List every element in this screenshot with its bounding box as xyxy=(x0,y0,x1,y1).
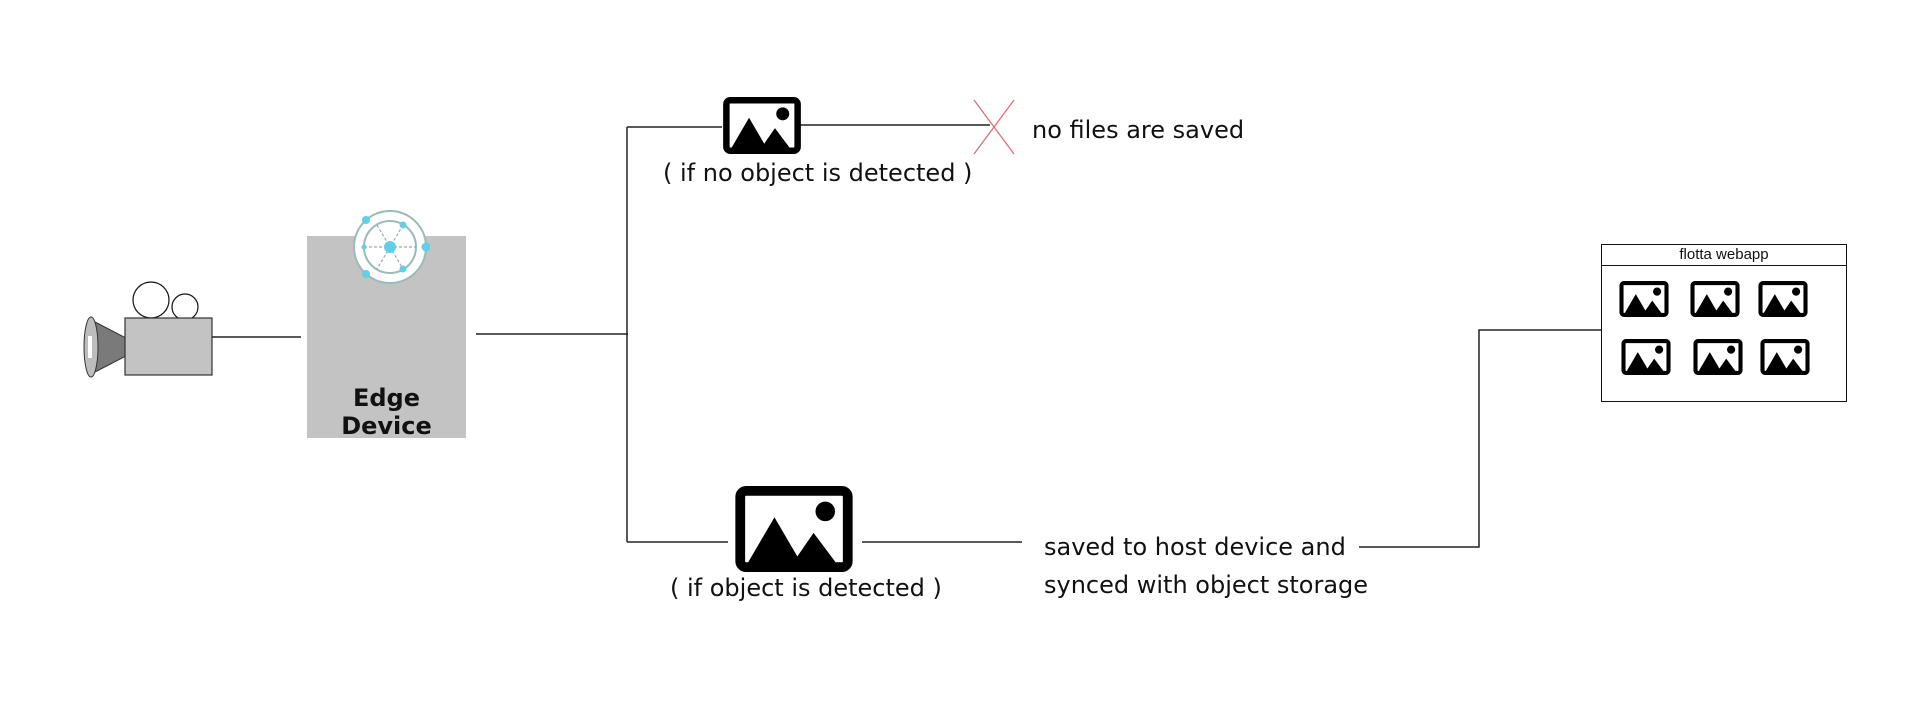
image-icon xyxy=(1621,339,1671,375)
network-hub-icon xyxy=(353,210,430,284)
x-icon xyxy=(973,99,1015,155)
flotta-webapp-window: flotta webapp xyxy=(1601,244,1847,402)
video-camera-icon xyxy=(83,281,213,378)
storage-to-webapp-line xyxy=(1359,329,1601,548)
image-icon xyxy=(1690,281,1740,317)
image-icon xyxy=(723,97,801,154)
saved-to-host-label: saved to host device and xyxy=(1044,533,1346,561)
webapp-title: flotta webapp xyxy=(1602,245,1846,266)
synced-storage-label: synced with object storage xyxy=(1044,571,1369,599)
image-icon xyxy=(1693,339,1743,375)
image-icon xyxy=(1758,281,1808,317)
image-icon xyxy=(729,486,859,572)
image-icon xyxy=(1619,281,1669,317)
object-condition-label: ( if object is detected ) xyxy=(670,574,942,602)
edge-device-title: Edge Device xyxy=(341,384,432,440)
image-icon xyxy=(1760,339,1810,375)
no-object-condition-label: ( if no object is detected ) xyxy=(663,159,973,187)
no-files-saved-label: no files are saved xyxy=(1032,116,1245,144)
